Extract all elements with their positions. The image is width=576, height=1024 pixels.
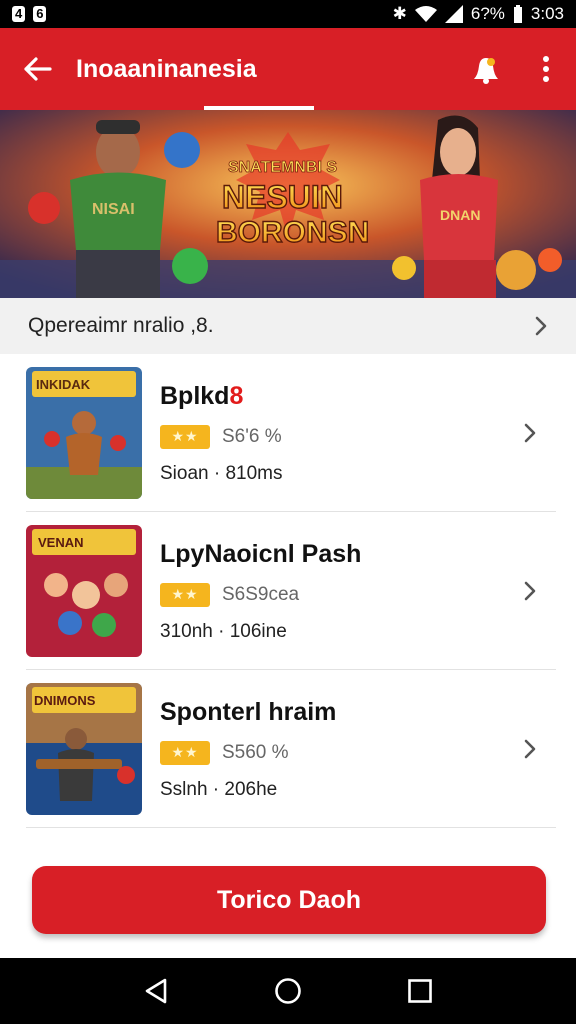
game-thumbnail: DNIMONS [26,683,142,815]
game-title: Sponterl hraim [160,697,337,726]
game-title: Bplkd [160,381,230,410]
promo-banner[interactable]: NISAI SNATEMNBI S NESUIN BORONSN DNAN [0,110,576,298]
signal-icon [444,5,463,23]
game-title: LpyNaoicnl Pash [160,539,362,568]
item-chevron [510,738,550,760]
back-button[interactable] [0,28,76,110]
notifications-button[interactable] [456,28,516,110]
wifi-icon [414,6,437,22]
rating-value: S6S9cea [222,583,300,605]
circle-home-icon [275,978,301,1004]
chevron-right-icon [524,423,536,443]
item-chevron [510,422,550,444]
status-bar: 4 6 ✱ 6?% 3:03 [0,0,576,28]
svg-text:DNAN: DNAN [440,207,480,223]
square-recents-icon [408,979,432,1003]
list-item[interactable]: DNIMONS Sponterl hraim ★★ S560 % Sslnh ·… [0,670,576,828]
more-vert-icon [543,56,549,82]
system-nav-bar [0,958,576,1024]
chevron-right-icon [524,739,536,759]
game-badge: 8 [229,381,244,410]
svg-text:SNATEMNBI S: SNATEMNBI S [228,159,337,176]
status-app-icon: 6 [33,6,47,22]
status-time: 3:03 [530,4,564,23]
game-thumbnail: INKIDAK [26,367,142,499]
star-rating-icon: ★★ [160,740,210,765]
game-meta: 310nh · 106ine [160,620,287,642]
star-rating-icon: ★★ [160,424,210,449]
section-header-row[interactable]: Qpereaimr nralio ,8. [0,298,576,354]
list-item[interactable]: INKIDAK Bplkd8 ★★ S6'6 % Sioan · 810ms [0,354,576,512]
chevron-right-icon [524,581,536,601]
status-notification-icon: 4 [12,6,26,22]
nav-recents-button[interactable] [395,966,445,1016]
svg-text:BORONSN: BORONSN [216,216,369,249]
rating-value: S560 % [222,741,289,763]
rating-value: S6'6 % [222,425,282,447]
svg-text:VENAN: VENAN [38,535,84,550]
game-list: INKIDAK Bplkd8 ★★ S6'6 % Sioan · 810ms V… [0,354,576,828]
battery-percent: 6?% [470,4,505,23]
svg-text:DNIMONS: DNIMONS [34,693,96,708]
arrow-left-icon [24,57,52,81]
more-options-button[interactable] [516,28,576,110]
primary-action-button[interactable]: Torico Daoh [32,866,546,934]
game-meta: Sioan · 810ms [160,462,283,484]
bell-icon [474,58,498,84]
page-title: Inoaaninanesia [76,54,257,83]
nav-home-button[interactable] [263,966,313,1016]
game-meta: Sslnh · 206he [160,778,278,800]
svg-text:NESUIN: NESUIN [222,179,343,215]
triangle-back-icon [145,978,167,1004]
svg-text:INKIDAK: INKIDAK [36,377,91,392]
nfc-icon: ✱ [392,4,407,23]
nav-back-button[interactable] [131,966,181,1016]
divider [26,827,556,828]
star-rating-icon: ★★ [160,582,210,607]
item-chevron [510,580,550,602]
svg-text:NISAI: NISAI [92,201,135,218]
app-bar: Inoaaninanesia [0,28,576,110]
list-item[interactable]: VENAN LpyNaoicnl Pash ★★ S6S9cea 310nh ·… [0,512,576,670]
chevron-right-icon [535,316,547,336]
battery-icon [513,5,522,23]
banner-artwork: NISAI SNATEMNBI S NESUIN BORONSN DNAN [0,110,576,298]
section-header-label: Qpereaimr nralio ,8. [28,314,214,337]
game-thumbnail: VENAN [26,525,142,657]
